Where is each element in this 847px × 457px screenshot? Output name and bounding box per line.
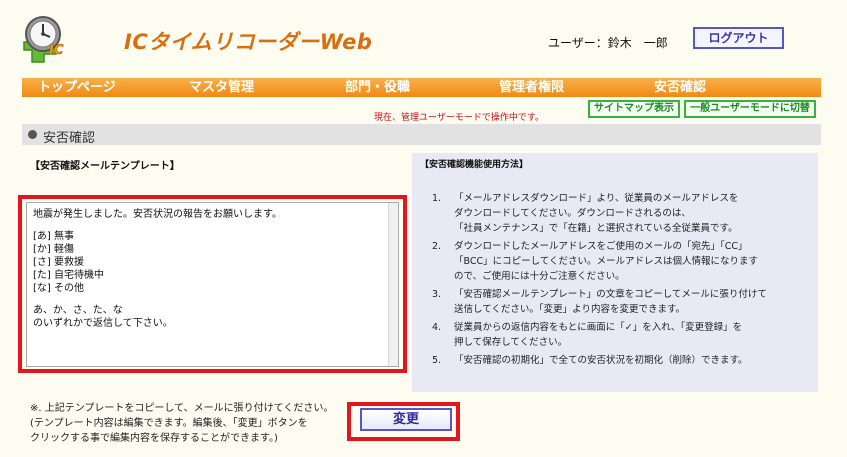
template-line: [た] 自宅待機中 xyxy=(33,270,104,281)
help-item-line: ダウンロードしてください。ダウンロードされるのは、 xyxy=(454,208,691,219)
help-item: 3. 「安否確認メールテンプレート」の文章をコピーしてメールに張り付けて 送信し… xyxy=(432,287,812,317)
template-line: [さ] 要救援 xyxy=(33,257,84,268)
logout-button[interactable]: ログアウト xyxy=(693,27,784,49)
bullet-icon xyxy=(28,130,37,139)
help-item: 2. ダウンロードしたメールアドレスをご使用のメールの「宛先」「CC」 「BCC… xyxy=(432,239,812,284)
template-line: のいずれかで返信して下さい。 xyxy=(33,318,173,329)
note-line: (テンプレート内容は編集できます。編集後、「変更」ボタンを xyxy=(30,418,308,429)
sitemap-button[interactable]: サイトマップ表示 xyxy=(588,100,680,118)
help-item-line: 「安否確認の初期化」で全ての安否状況を初期化（削除）できます。 xyxy=(454,355,748,366)
app-title: ICタイムリコーダーWeb xyxy=(124,30,373,54)
help-item-number: 3. xyxy=(432,289,442,300)
help-item: 5. 「安否確認の初期化」で全ての安否状況を初期化（削除）できます。 xyxy=(432,353,812,368)
user-label: ユーザー：鈴木 一郎 xyxy=(548,36,668,50)
help-title: 【安否確認機能使用方法】 xyxy=(420,160,529,170)
help-item: 4. 従業員からの返信内容をもとに画面に「✓」を入れ、「変更登録」を 押して保存… xyxy=(432,320,812,350)
clock-ic-logo-icon: IC xyxy=(14,4,76,66)
template-textarea[interactable]: 地震が発生しました。安否状況の報告をお願いします。 [あ] 無事 [か] 軽傷 … xyxy=(26,202,399,367)
textarea-scrollbar[interactable] xyxy=(388,203,398,366)
template-note: ※. 上記テンプレートをコピーして、メールに張り付けてください。 (テンプレート… xyxy=(30,401,340,446)
nav-item-top-page[interactable]: トップページ xyxy=(38,78,189,97)
template-line: [か] 軽傷 xyxy=(33,244,74,255)
nav-item-admin[interactable]: 管理者権限 xyxy=(499,78,654,97)
help-item-line: 「メールアドレスダウンロード」より、従業員のメールアドレスを xyxy=(454,193,739,204)
help-item: 1. 「メールアドレスダウンロード」より、従業員のメールアドレスを ダウンロード… xyxy=(432,191,812,236)
help-item-number: 5. xyxy=(432,355,442,366)
help-item-number: 4. xyxy=(432,322,442,333)
help-item-line: 従業員からの返信内容をもとに画面に「✓」を入れ、「変更登録」を xyxy=(454,322,743,333)
switch-user-mode-button[interactable]: 一般ユーザーモードに切替 xyxy=(684,100,816,118)
main-nav: トップページ マスタ管理 部門・役職 管理者権限 安否確認 xyxy=(22,78,821,97)
section-header: 安否確認 xyxy=(22,124,821,146)
nav-item-master[interactable]: マスタ管理 xyxy=(189,78,345,97)
help-item-line: ので、ご使用には十分ご注意ください。 xyxy=(454,271,625,282)
section-title: 安否確認 xyxy=(43,131,96,146)
help-item-line: 押して保存してください。 xyxy=(454,337,568,348)
header: IC ICタイムリコーダーWeb ユーザー：鈴木 一郎 ログアウト xyxy=(0,0,847,76)
help-item-line: 「社員メンテナンス」で「在籍」と選択されている全従業員です。 xyxy=(454,223,738,234)
help-item-line: ダウンロードしたメールアドレスをご使用のメールの「宛先」「CC」 xyxy=(454,241,748,252)
help-list: 1. 「メールアドレスダウンロード」より、従業員のメールアドレスを ダウンロード… xyxy=(432,191,812,371)
help-item-line: 「安否確認メールテンプレート」の文章をコピーしてメールに張り付けて xyxy=(454,289,767,300)
mode-message: 現在、管理ユーザーモードで操作中です。 xyxy=(374,113,544,123)
template-line: あ、か、さ、た、な xyxy=(33,305,123,316)
nav-item-safety[interactable]: 安否確認 xyxy=(654,78,774,97)
template-title: 【安否確認メールテンプレート】 xyxy=(30,161,180,172)
nav-item-department[interactable]: 部門・役職 xyxy=(345,78,499,97)
template-line: [あ] 無事 xyxy=(33,231,74,242)
note-line: ※. 上記テンプレートをコピーして、メールに張り付けてください。 xyxy=(30,403,334,414)
help-item-line: 送信してください。「変更」より内容を変更できます。 xyxy=(454,304,686,315)
svg-text:IC: IC xyxy=(49,43,64,58)
note-line: クリックする事で編集内容を保存することができます。) xyxy=(30,433,278,444)
help-item-number: 1. xyxy=(432,193,442,204)
help-item-line: 「BCC」にコピーしてください。メールアドレスは個人情報になります xyxy=(454,256,759,267)
template-line: [な] その他 xyxy=(33,283,84,294)
change-button[interactable]: 変更 xyxy=(360,408,452,431)
help-item-number: 2. xyxy=(432,241,442,252)
template-line: 地震が発生しました。安否状況の報告をお願いします。 xyxy=(33,209,282,220)
help-panel: 【安否確認機能使用方法】 1. 「メールアドレスダウンロード」より、従業員のメー… xyxy=(412,153,818,392)
